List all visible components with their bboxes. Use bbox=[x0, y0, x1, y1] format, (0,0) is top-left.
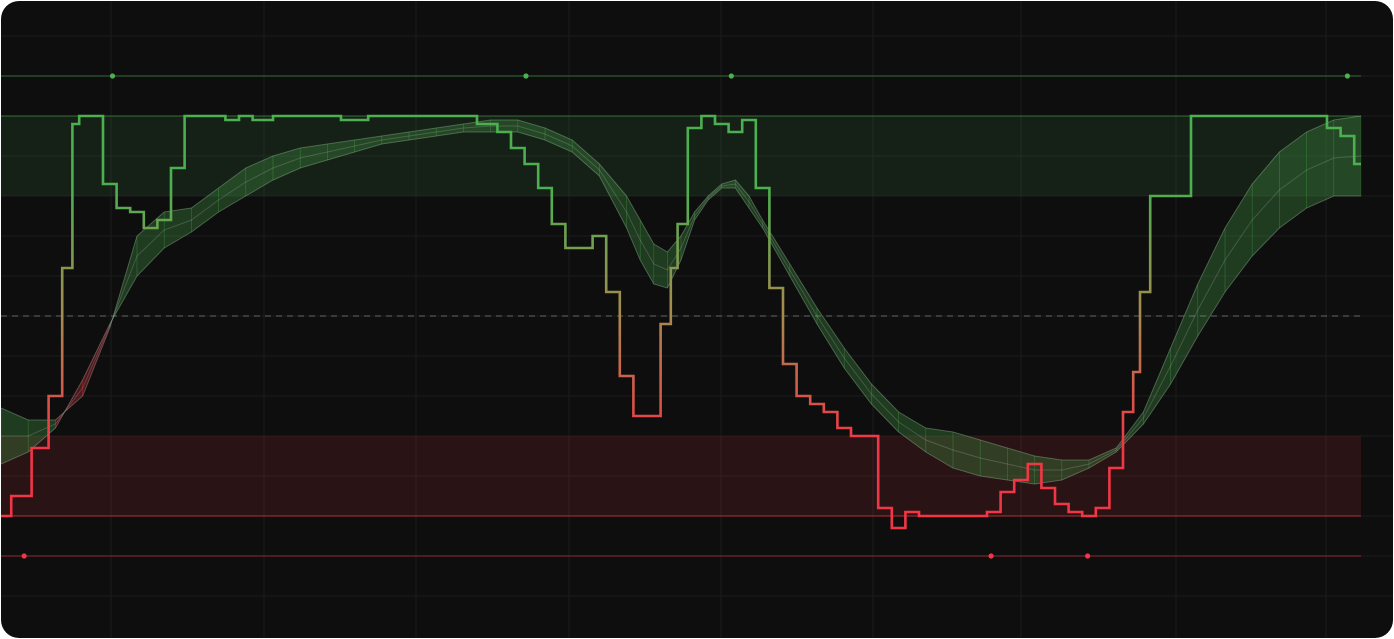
ribbon-segment bbox=[1170, 283, 1199, 386]
ribbon-segment bbox=[789, 262, 818, 326]
ribbon-segment bbox=[816, 307, 845, 370]
ribbon-segment bbox=[762, 218, 791, 278]
ribbon-segment bbox=[748, 194, 763, 229]
ribbon-segment bbox=[136, 211, 165, 277]
bear-extreme-marker bbox=[21, 553, 27, 559]
bull-extreme-marker bbox=[109, 73, 116, 79]
chart-panel bbox=[1, 1, 1393, 638]
overbought-zone bbox=[1, 116, 1361, 196]
oscillator-chart bbox=[1, 1, 1393, 638]
bull-extreme-marker bbox=[1344, 73, 1350, 79]
bear-extreme-marker bbox=[988, 553, 994, 559]
bear-extreme-marker bbox=[1085, 553, 1091, 559]
ribbon-segment bbox=[1143, 347, 1171, 425]
bull-extreme-marker bbox=[728, 73, 734, 79]
bull-extreme-marker bbox=[523, 73, 529, 79]
ribbon-segment bbox=[1197, 227, 1226, 338]
oversold-zone bbox=[1, 436, 1361, 516]
ribbon-segment bbox=[626, 194, 641, 261]
